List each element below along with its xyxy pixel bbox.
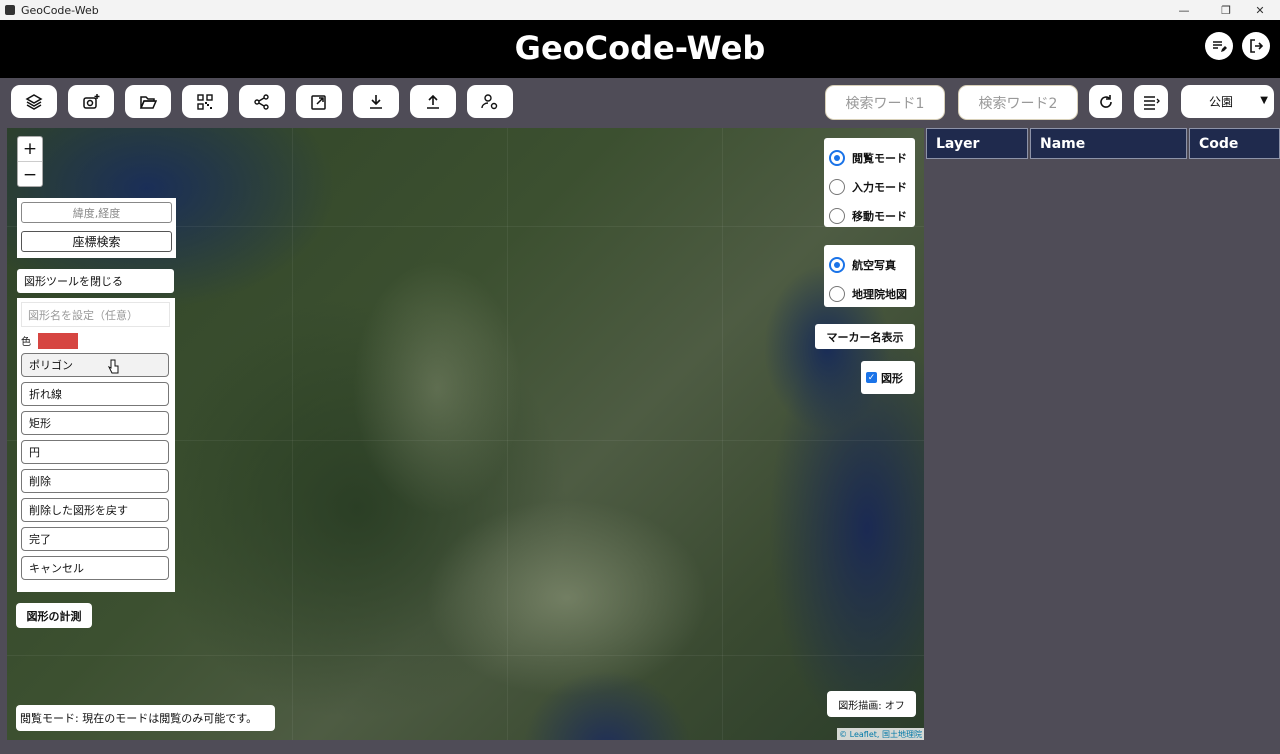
coordinate-search-button[interactable]: 座標検索 [21,231,172,252]
minimize-button[interactable]: — [1164,0,1204,20]
color-row: 色 [21,332,171,349]
app-icon [5,5,15,15]
share-icon [254,93,269,110]
mode-radio-group: 閲覧モード 入力モード 移動モード [824,138,915,227]
window-titlebar: GeoCode-Web — ❐ ✕ [0,0,1280,20]
shape-checkbox-label: 図形 [881,371,903,385]
refresh-icon [1099,94,1112,108]
radio-unchecked[interactable] [829,285,845,302]
window-title: GeoCode-Web [21,3,99,17]
mode-input-option[interactable]: 入力モード [824,172,915,201]
color-picker[interactable] [38,332,78,349]
mode-view-option[interactable]: 閲覧モード [824,143,915,172]
cancel-button[interactable]: キャンセル [21,556,169,580]
mode-input-label: 入力モード [852,180,907,194]
coordinate-search-panel: 緯度,経度 座標検索 [17,198,176,258]
qr-scan-button[interactable] [182,85,228,118]
download-icon [370,94,382,109]
category-select[interactable]: 公園 ▼ [1181,85,1274,118]
search-word-2-input[interactable]: 検索ワード2 [958,85,1078,120]
basemap-aerial-label: 航空写真 [852,258,896,272]
list-icon [1144,95,1160,110]
open-folder-button[interactable] [125,85,171,118]
checkbox-checked-icon[interactable]: ✓ [866,372,877,383]
map-grid-line [722,128,723,740]
close-window-button[interactable]: ✕ [1240,0,1280,20]
chevron-down-icon: ▼ [1260,95,1268,106]
map-grid-line [7,655,924,656]
close-shape-tools-button[interactable]: 図形ツールを閉じる [17,269,174,293]
mode-status-message: 閲覧モード: 現在のモードは閲覧のみ可能です。 [16,705,275,731]
zoom-out-button[interactable]: − [18,162,42,187]
shape-name-input[interactable]: 図形名を設定（任意） [21,302,170,327]
radio-checked[interactable] [829,149,845,166]
category-select-value: 公園 [1209,95,1234,109]
download-button[interactable] [353,85,399,118]
basemap-aerial-option[interactable]: 航空写真 [824,250,915,279]
upload-button[interactable] [410,85,456,118]
coordinate-input[interactable]: 緯度,経度 [21,202,172,223]
radio-unchecked[interactable] [829,207,845,224]
restore-deleted-button[interactable]: 削除した図形を戻す [21,498,169,522]
basemap-radio-group: 航空写真 地理院地図 [824,245,915,307]
map-grid-line [292,128,293,740]
user-settings-button[interactable] [467,85,513,118]
share-button[interactable] [239,85,285,118]
table-header-code[interactable]: Code [1189,128,1280,159]
search-word-1-input[interactable]: 検索ワード1 [825,85,945,120]
polygon-button-label: ポリゴン [29,359,73,372]
basemap-gsi-label: 地理院地図 [852,287,907,301]
done-button[interactable]: 完了 [21,527,169,551]
marker-name-toggle-button[interactable]: マーカー名表示 [815,324,915,349]
mode-move-option[interactable]: 移動モード [824,201,915,230]
draw-status-badge: 図形描画: オフ [827,691,916,717]
hand-cursor-icon [108,359,119,374]
user-settings-icon [481,93,498,109]
radio-unchecked[interactable] [829,178,845,195]
mode-move-label: 移動モード [852,209,907,223]
shape-visibility-checkbox[interactable]: ✓ 図形 [861,361,915,394]
external-link-icon [311,94,326,110]
layers-button[interactable] [11,85,57,118]
edit-list-button[interactable] [1205,32,1233,60]
logout-button[interactable] [1242,32,1270,60]
zoom-in-button[interactable]: + [18,137,42,162]
polyline-button[interactable]: 折れ線 [21,382,169,406]
logout-icon [1250,39,1264,53]
add-photo-button[interactable] [68,85,114,118]
page-title: GeoCode-Web [514,29,766,67]
radio-checked[interactable] [829,256,845,273]
camera-add-icon [83,93,100,109]
table-header-layer[interactable]: Layer [926,128,1028,159]
shape-tools-panel: 図形名を設定（任意） 色 ポリゴン 折れ線 矩形 円 削除 削除した図形を戻す … [17,298,175,592]
map-grid-line [507,128,508,740]
table-header-name[interactable]: Name [1030,128,1187,159]
upload-icon [427,94,439,109]
map-attribution[interactable]: © Leaflet, 国土地理院 [837,728,924,740]
open-external-button[interactable] [296,85,342,118]
basemap-gsi-option[interactable]: 地理院地図 [824,279,915,308]
app-header: GeoCode-Web [0,20,1280,78]
list-view-button[interactable] [1134,85,1168,118]
mode-view-label: 閲覧モード [852,151,907,165]
folder-open-icon [139,95,157,109]
refresh-button[interactable] [1089,85,1122,118]
qr-code-icon [197,93,213,110]
circle-button[interactable]: 円 [21,440,169,464]
edit-list-icon [1213,41,1227,52]
color-label: 色 [21,337,31,348]
map-view[interactable]: + − 緯度,経度 座標検索 図形ツールを閉じる 図形名を設定（任意） 色 ポリ… [7,128,924,740]
zoom-control: + − [17,136,43,187]
polygon-button[interactable]: ポリゴン [21,353,169,377]
delete-button[interactable]: 削除 [21,469,169,493]
measure-shape-button[interactable]: 図形の計測 [16,603,92,628]
rectangle-button[interactable]: 矩形 [21,411,169,435]
layers-icon [25,93,43,110]
